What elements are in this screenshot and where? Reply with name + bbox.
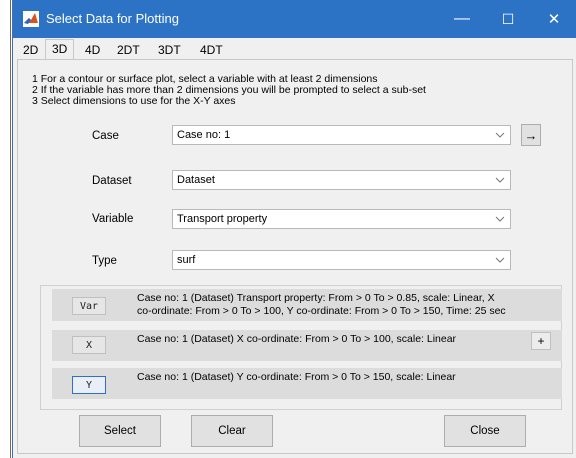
type-select[interactable]: surf xyxy=(172,250,511,270)
y-description: Case no: 1 (Dataset) Y co-ordinate: From… xyxy=(137,371,456,383)
chevron-down-icon xyxy=(495,216,505,222)
tab-2d[interactable]: 2D xyxy=(17,41,44,60)
tab-strip: 2D 3D 4D 2DT 3DT 4DT xyxy=(13,38,576,61)
close-window-button[interactable]: ✕ xyxy=(531,0,576,38)
minimize-icon: — xyxy=(454,10,470,27)
case-next-button[interactable]: → xyxy=(521,124,541,146)
minimize-button[interactable]: — xyxy=(439,0,485,38)
close-icon: ✕ xyxy=(547,11,561,28)
title-bar[interactable]: Select Data for Plotting — ☐ ✕ xyxy=(13,0,576,38)
var-description: Case no: 1 (Dataset) Transport property:… xyxy=(137,292,506,317)
tab-2dt[interactable]: 2DT xyxy=(111,41,146,60)
dataset-select[interactable]: Dataset xyxy=(172,170,511,190)
tab-4dt[interactable]: 4DT xyxy=(194,41,229,60)
variable-value: Transport property xyxy=(177,213,268,225)
tab-4d[interactable]: 4D xyxy=(79,41,106,60)
var-button[interactable]: Var xyxy=(72,297,106,315)
clear-button[interactable]: Clear xyxy=(191,415,273,447)
close-button[interactable]: Close xyxy=(444,415,526,447)
maximize-icon: ☐ xyxy=(501,10,515,27)
tab-3d[interactable]: 3D xyxy=(45,39,75,61)
dataset-value: Dataset xyxy=(177,174,215,186)
maximize-button[interactable]: ☐ xyxy=(485,0,531,38)
chevron-down-icon xyxy=(495,257,505,263)
matlab-app-icon xyxy=(23,11,39,27)
case-label: Case xyxy=(92,130,119,142)
arrow-right-icon: → xyxy=(524,127,538,143)
case-value: Case no: 1 xyxy=(177,129,231,141)
x-axis-button[interactable]: X xyxy=(72,336,106,354)
x-description: Case no: 1 (Dataset) X co-ordinate: From… xyxy=(137,333,457,345)
variable-label: Variable xyxy=(92,213,134,225)
y-axis-button[interactable]: Y xyxy=(72,376,106,394)
chevron-down-icon xyxy=(495,177,505,183)
dataset-label: Dataset xyxy=(92,175,132,187)
variable-select[interactable]: Transport property xyxy=(172,209,511,229)
dialog-window: Select Data for Plotting — ☐ ✕ 2D 3D 4D … xyxy=(12,0,576,458)
instruction-line-3: 3 Select dimensions to use for the X-Y a… xyxy=(32,95,236,107)
tab-panel-3d: 1 For a contour or surface plot, select … xyxy=(17,59,573,454)
select-button[interactable]: Select xyxy=(79,415,161,447)
type-label: Type xyxy=(92,255,117,267)
background-edge xyxy=(0,0,12,458)
tab-3dt[interactable]: 3DT xyxy=(152,41,187,60)
add-dimension-button[interactable]: + xyxy=(531,332,551,350)
window-title: Select Data for Plotting xyxy=(46,11,179,26)
type-value: surf xyxy=(177,254,196,266)
chevron-down-icon xyxy=(495,132,505,138)
plus-icon: + xyxy=(537,334,545,348)
case-select[interactable]: Case no: 1 xyxy=(172,125,511,145)
